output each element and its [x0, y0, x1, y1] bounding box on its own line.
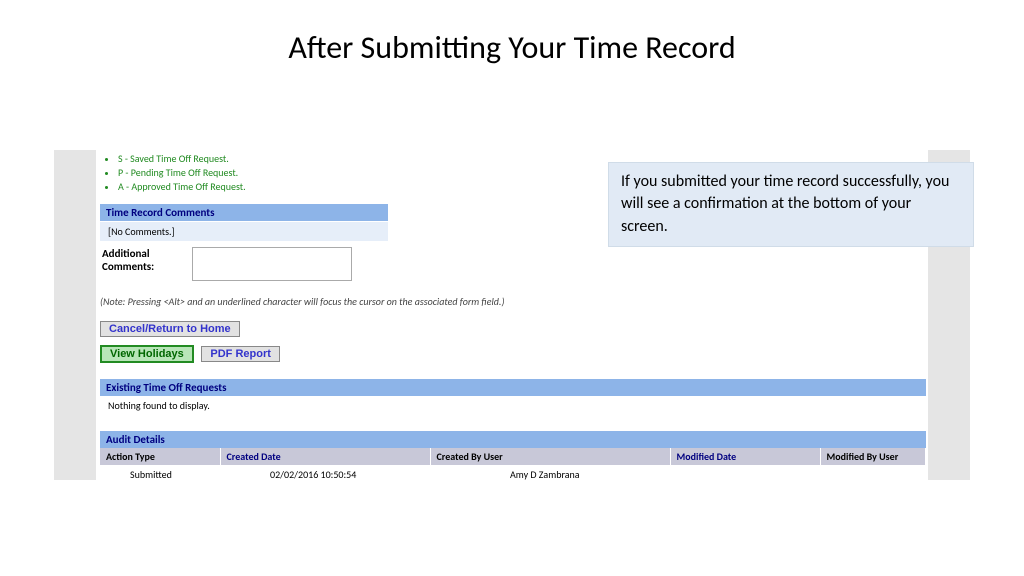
cell-modified-date	[670, 465, 820, 484]
pdf-report-button[interactable]: PDF Report	[201, 346, 280, 362]
cell-modified-by	[820, 465, 926, 484]
col-action-type[interactable]: Action Type	[100, 448, 220, 465]
confirmation-callout: If you submitted your time record succes…	[608, 162, 974, 247]
existing-requests-header: Existing Time Off Requests	[100, 379, 926, 396]
gray-bg-left	[54, 150, 96, 480]
additional-comments-row: Additional Comments:	[102, 247, 928, 281]
view-holidays-button[interactable]: View Holidays	[100, 345, 194, 363]
slide-title: After Submitting Your Time Record	[0, 0, 1024, 67]
col-created-date[interactable]: Created Date	[220, 448, 430, 465]
alt-key-note: (Note: Pressing <Alt> and an underlined …	[100, 295, 928, 308]
cell-action: Submitted	[100, 465, 220, 484]
time-record-comments-header: Time Record Comments	[100, 204, 388, 221]
additional-comments-input[interactable]	[192, 247, 352, 281]
audit-details-header: Audit Details	[100, 431, 926, 448]
audit-table-header-row: Action Type Created Date Created By User…	[100, 448, 926, 465]
col-modified-date[interactable]: Modified Date	[670, 448, 820, 465]
no-comments-text: [No Comments.]	[100, 221, 388, 241]
additional-comments-label: Additional Comments:	[102, 247, 192, 273]
cell-created-date: 02/02/2016 10:50:54	[220, 465, 430, 484]
audit-table-row: Submitted 02/02/2016 10:50:54 Amy D Zamb…	[100, 465, 926, 484]
button-group-2: View Holidays PDF Report	[100, 343, 928, 363]
audit-table: Action Type Created Date Created By User…	[100, 448, 926, 484]
button-group-1: Cancel/Return to Home	[100, 318, 928, 337]
existing-requests-empty: Nothing found to display.	[100, 396, 928, 415]
col-modified-by[interactable]: Modified By User	[820, 448, 926, 465]
cell-created-by: Amy D Zambrana	[430, 465, 670, 484]
col-created-by[interactable]: Created By User	[430, 448, 670, 465]
cancel-return-button[interactable]: Cancel/Return to Home	[100, 321, 240, 337]
